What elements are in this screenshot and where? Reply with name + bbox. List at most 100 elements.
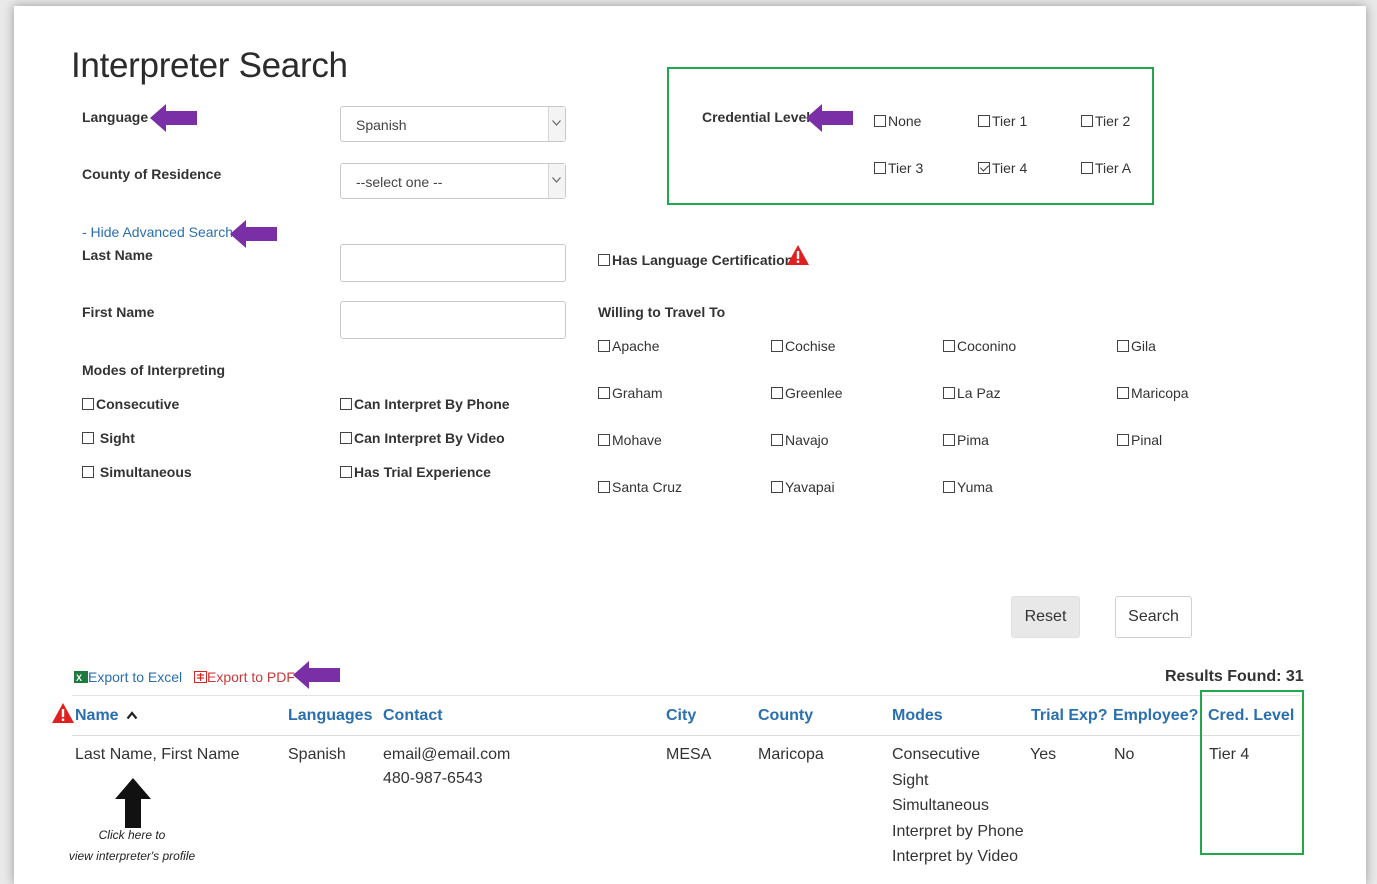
checkbox-icon [1081, 115, 1093, 127]
credential-label: None [888, 113, 922, 129]
checkbox-icon [1117, 387, 1129, 399]
arrow-up-icon [115, 778, 151, 828]
hide-advanced-search-link[interactable]: - Hide Advanced Search [82, 224, 233, 240]
checkbox-icon [598, 254, 610, 266]
credential-checkbox[interactable]: None [874, 113, 921, 129]
excel-icon: X [74, 671, 88, 683]
export-pdf-link[interactable]: Export to PDF [194, 669, 295, 685]
mode-sight-checkbox[interactable]: Sight [82, 430, 135, 446]
reset-button[interactable]: Reset [1011, 596, 1080, 638]
travel-county-label: Apache [612, 338, 660, 354]
row-phone: 480-987-6543 [383, 770, 483, 787]
travel-county-checkbox[interactable]: Santa Cruz [598, 479, 682, 495]
travel-county-label: Graham [612, 385, 663, 401]
last-name-label: Last Name [82, 247, 153, 263]
travel-county-label: Pinal [1131, 432, 1163, 448]
county-select-value: --select one -- [356, 174, 443, 190]
has-certification-checkbox[interactable]: Has Language Certification [598, 252, 793, 268]
sort-ascending-icon [126, 711, 138, 720]
cred-level-column-highlight [1200, 690, 1304, 855]
travel-county-label: Coconino [957, 338, 1017, 354]
can-interpret-video-checkbox[interactable]: Can Interpret By Video [340, 430, 505, 446]
arrow-left-icon [293, 661, 340, 689]
travel-county-checkbox[interactable]: Navajo [771, 432, 829, 448]
mode-simultaneous-checkbox[interactable]: Simultaneous [82, 464, 192, 480]
credential-label: Tier 1 [992, 113, 1028, 129]
travel-county-checkbox[interactable]: Pinal [1117, 432, 1162, 448]
travel-county-checkbox[interactable]: Greenlee [771, 385, 843, 401]
checkbox-icon [978, 115, 990, 127]
checkbox-icon [340, 398, 352, 410]
travel-county-checkbox[interactable]: Mohave [598, 432, 662, 448]
checkbox-icon [82, 398, 94, 410]
county-label: County of Residence [82, 166, 222, 182]
credential-checkbox[interactable]: Tier 4 [978, 160, 1027, 176]
page-title: Interpreter Search [71, 46, 348, 85]
checkbox-icon [771, 387, 783, 399]
travel-county-label: Pima [957, 432, 989, 448]
results-count: Results Found: 31 [1165, 668, 1304, 685]
travel-county-label: Cochise [785, 338, 836, 354]
travel-county-checkbox[interactable]: Yuma [943, 479, 993, 495]
warning-icon [52, 703, 74, 723]
checkbox-icon [943, 387, 955, 399]
travel-county-checkbox[interactable]: Cochise [771, 338, 836, 354]
col-trial-header[interactable]: Trial Exp? [1031, 707, 1107, 725]
divider [72, 695, 1300, 696]
checkbox-icon [874, 115, 886, 127]
checkbox-icon [598, 481, 610, 493]
travel-county-checkbox[interactable]: Coconino [943, 338, 1016, 354]
travel-county-checkbox[interactable]: Pima [943, 432, 989, 448]
travel-county-checkbox[interactable]: Apache [598, 338, 659, 354]
credential-label: Tier 3 [888, 160, 924, 176]
checkbox-icon [598, 340, 610, 352]
travel-county-checkbox[interactable]: Gila [1117, 338, 1156, 354]
pdf-icon [194, 671, 207, 683]
travel-county-checkbox[interactable]: Maricopa [1117, 385, 1189, 401]
export-excel-link[interactable]: X Export to Excel [74, 669, 182, 685]
travel-county-checkbox[interactable]: Graham [598, 385, 663, 401]
checkbox-icon [943, 434, 955, 446]
chevron-down-icon [548, 164, 565, 198]
travel-county-checkbox[interactable]: Yavapai [771, 479, 835, 495]
mode-consecutive-checkbox[interactable]: Consecutive [82, 396, 179, 412]
search-button[interactable]: Search [1115, 596, 1192, 638]
county-select[interactable]: --select one -- [340, 163, 566, 199]
col-languages-header[interactable]: Languages [288, 707, 372, 725]
travel-county-checkbox[interactable]: La Paz [943, 385, 1001, 401]
travel-county-label: Navajo [785, 432, 829, 448]
col-modes-header[interactable]: Modes [892, 707, 943, 725]
has-trial-experience-checkbox[interactable]: Has Trial Experience [340, 464, 491, 480]
first-name-input[interactable] [340, 301, 566, 339]
travel-county-label: Mohave [612, 432, 662, 448]
col-employee-header[interactable]: Employee? [1113, 707, 1198, 725]
credential-checkbox[interactable]: Tier 1 [978, 113, 1027, 129]
checkbox-icon [82, 432, 94, 444]
credential-checkbox[interactable]: Tier A [1081, 160, 1131, 176]
checkbox-icon [340, 466, 352, 478]
col-name-header[interactable]: Name [75, 707, 138, 725]
interpreter-name-link[interactable]: Last Name, First Name [75, 746, 239, 764]
can-interpret-phone-checkbox[interactable]: Can Interpret By Phone [340, 396, 510, 412]
checkbox-icon [771, 481, 783, 493]
credential-checkbox[interactable]: Tier 2 [1081, 113, 1130, 129]
last-name-input[interactable] [340, 244, 566, 282]
checkbox-icon [874, 162, 886, 174]
travel-label: Willing to Travel To [598, 304, 726, 320]
language-select[interactable]: Spanish [340, 106, 566, 142]
col-county-header[interactable]: County [758, 707, 813, 725]
col-city-header[interactable]: City [666, 707, 696, 725]
col-contact-header[interactable]: Contact [383, 707, 443, 725]
row-email-link[interactable]: email@email.com [383, 746, 510, 764]
travel-county-label: Yavapai [785, 479, 835, 495]
travel-county-label: Santa Cruz [612, 479, 683, 495]
row-employee: No [1114, 746, 1135, 763]
credential-label: Tier A [1095, 160, 1132, 176]
arrow-left-icon [230, 220, 277, 248]
profile-hint-line1: Click here to [98, 828, 166, 842]
checkbox-icon [771, 434, 783, 446]
checkbox-icon [771, 340, 783, 352]
credential-checkbox[interactable]: Tier 3 [874, 160, 923, 176]
divider [72, 735, 1300, 736]
row-language: Spanish [288, 746, 346, 763]
